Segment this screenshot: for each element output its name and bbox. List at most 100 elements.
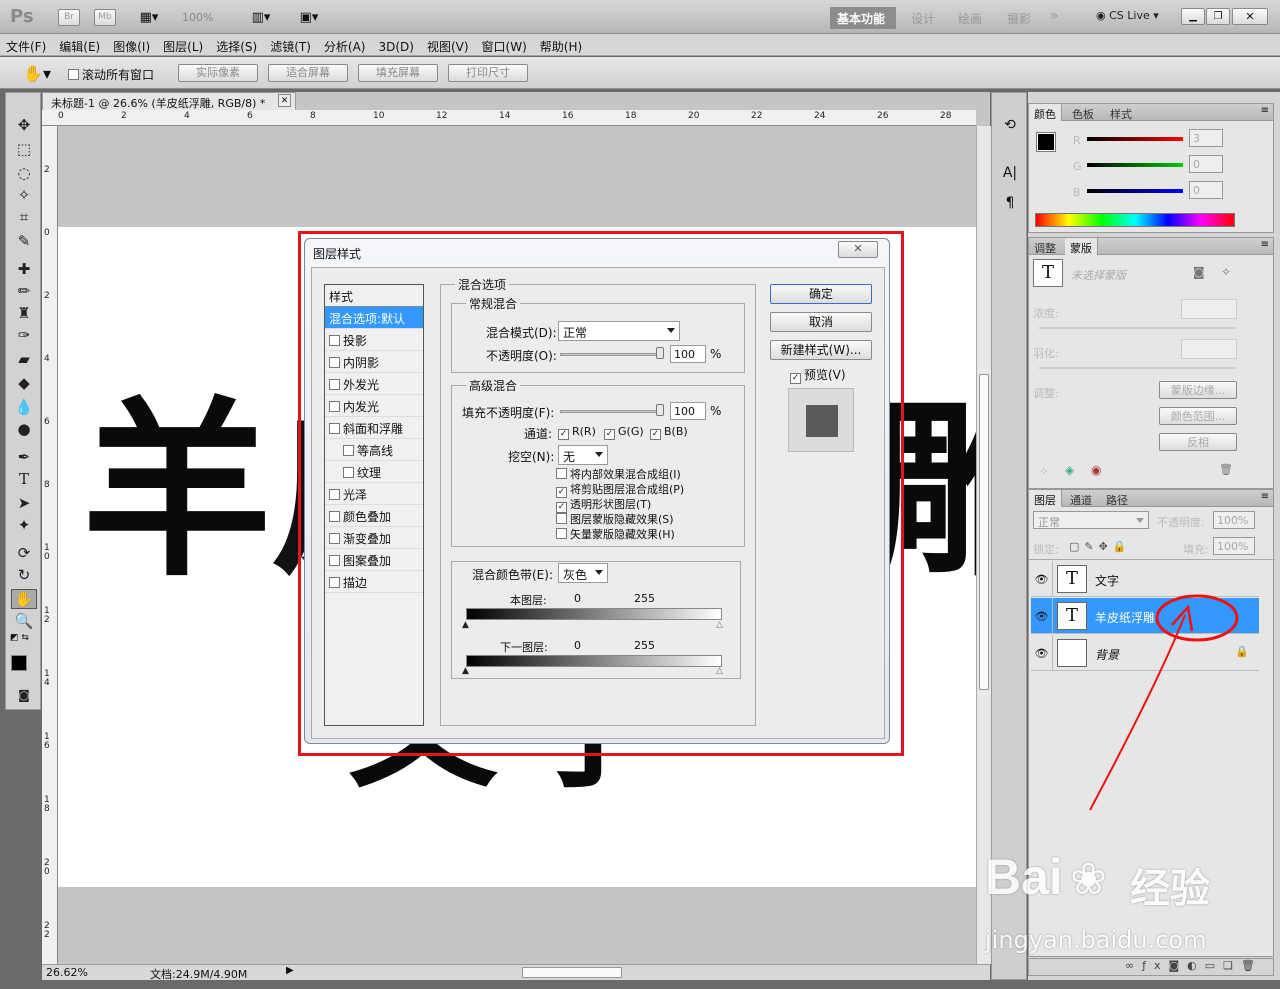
horizontal-scrollbar-thumb[interactable] — [522, 967, 622, 978]
mini-bridge-button[interactable]: Mb — [94, 9, 116, 26]
style-item[interactable]: 投影 — [325, 329, 423, 351]
eyedropper-tool-icon[interactable]: ✎ — [11, 231, 37, 251]
mask-selection-icon[interactable]: ⁘ — [1039, 465, 1048, 478]
shape-tool-icon[interactable]: ✦ — [11, 515, 37, 535]
style-item[interactable]: 混合选项:默认 — [325, 307, 423, 329]
menu-file[interactable]: 文件(F) — [0, 34, 53, 55]
menu-view[interactable]: 视图(V) — [421, 34, 476, 55]
menu-select[interactable]: 选择(S) — [210, 34, 264, 55]
brush-tool-icon[interactable]: ✏ — [11, 281, 37, 301]
style-item[interactable]: 图案叠加 — [325, 549, 423, 571]
layer-fill-input[interactable]: 100% — [1213, 537, 1255, 555]
tab-masks[interactable]: 蒙版 — [1065, 238, 1098, 255]
clone-stamp-tool-icon[interactable]: ♜ — [11, 303, 37, 323]
fill-opacity-slider[interactable] — [560, 410, 662, 413]
fill-opacity-slider-knob[interactable] — [656, 404, 664, 416]
opacity-input[interactable]: 100 — [670, 345, 706, 363]
fit-screen-button[interactable]: 适合屏幕 — [268, 64, 348, 82]
vertical-scrollbar[interactable] — [976, 126, 991, 964]
style-item-checkbox[interactable] — [329, 401, 340, 412]
preview-checkbox[interactable]: ✓ 预览(V) — [790, 366, 846, 384]
workspace-painting[interactable]: 绘画 — [958, 10, 982, 27]
layer-visibility-eye-icon[interactable]: 👁 — [1031, 635, 1053, 671]
crop-tool-icon[interactable]: ⌗ — [11, 207, 37, 227]
advanced-option-checkbox[interactable]: 图层蒙版隐藏效果(S) — [556, 511, 674, 527]
scroll-all-windows-checkbox[interactable]: 滚动所有窗口 — [68, 66, 154, 83]
workspace-photography[interactable]: 摄影 — [1007, 10, 1031, 27]
disable-mask-icon[interactable]: ◉ — [1091, 463, 1101, 477]
actual-pixels-button[interactable]: 实际像素 — [178, 64, 258, 82]
tab-adjustments[interactable]: 调整 — [1029, 238, 1061, 255]
document-tab[interactable]: 未标题-1 @ 26.6% (羊皮纸浮雕, RGB/8) * — [42, 92, 296, 110]
r-slider[interactable] — [1087, 137, 1183, 141]
layer-blend-mode-select[interactable]: 正常 — [1033, 511, 1149, 529]
new-style-button[interactable]: 新建样式(W)... — [770, 340, 872, 360]
marquee-tool-icon[interactable]: ⬚ — [11, 139, 37, 159]
knockout-select[interactable]: 无 — [558, 445, 608, 465]
style-item-checkbox[interactable] — [329, 577, 340, 588]
ok-button[interactable]: 确定 — [770, 284, 872, 304]
style-item[interactable]: 描边 — [325, 571, 423, 593]
style-item[interactable]: 纹理 — [325, 461, 423, 483]
channel-r-checkbox[interactable]: ✓ R(R) — [558, 425, 596, 440]
styles-header[interactable]: 样式 — [325, 285, 423, 307]
this-layer-white-slider[interactable]: △ — [716, 620, 723, 630]
invert-button[interactable]: 反相 — [1159, 433, 1237, 451]
apply-mask-icon[interactable]: ◈ — [1065, 463, 1074, 477]
lock-icons[interactable]: ▢✎✥🔒 — [1069, 540, 1132, 553]
screen-mode-icon[interactable]: ▣▾ — [292, 9, 326, 26]
default-colors-icon[interactable]: ◩ ⇆ — [10, 633, 29, 643]
vector-mask-icon[interactable]: ✧ — [1221, 265, 1231, 279]
layers-panel-menu-icon[interactable]: ≡ — [1261, 491, 1269, 502]
layer-visibility-eye-icon[interactable]: 👁 — [1031, 598, 1053, 634]
menu-3d[interactable]: 3D(D) — [372, 36, 420, 54]
dialog-close-button[interactable]: ✕ — [838, 241, 878, 258]
style-item-checkbox[interactable] — [329, 555, 340, 566]
move-tool-icon[interactable]: ✥ — [11, 115, 37, 135]
foreground-color-swatch[interactable] — [11, 655, 27, 671]
cs-live-button[interactable]: ◉ CS Live ▾ — [1096, 9, 1159, 22]
style-item[interactable]: 内发光 — [325, 395, 423, 417]
healing-brush-tool-icon[interactable]: ✚ — [11, 259, 37, 279]
opacity-slider[interactable] — [560, 353, 662, 356]
style-item-checkbox[interactable] — [329, 533, 340, 544]
tab-paths[interactable]: 路径 — [1101, 490, 1133, 507]
more-workspaces-icon[interactable]: » — [1050, 8, 1059, 24]
tab-styles[interactable]: 样式 — [1105, 104, 1137, 121]
style-item-checkbox[interactable] — [329, 489, 340, 500]
color-range-button[interactable]: 颜色范围... — [1159, 407, 1237, 425]
tab-color[interactable]: 颜色 — [1029, 104, 1062, 121]
paint-bucket-tool-icon[interactable]: ◆ — [11, 373, 37, 393]
quick-select-tool-icon[interactable]: ✧ — [11, 185, 37, 205]
g-slider[interactable] — [1087, 163, 1183, 167]
history-brush-tool-icon[interactable]: ✑ — [11, 325, 37, 345]
style-item[interactable]: 光泽 — [325, 483, 423, 505]
path-selection-tool-icon[interactable]: ➤ — [11, 493, 37, 513]
scrollbar-thumb[interactable] — [979, 374, 989, 690]
menu-filter[interactable]: 滤镜(T) — [264, 34, 318, 55]
feather-input[interactable] — [1181, 339, 1237, 359]
this-layer-black-slider[interactable]: ▲ — [462, 620, 469, 630]
under-layer-black-slider[interactable]: ▲ — [462, 666, 469, 676]
advanced-option-checkbox[interactable]: 将内部效果混合成组(I) — [556, 466, 681, 482]
hand-tool-icon[interactable]: ✋ — [11, 589, 37, 609]
channel-g-checkbox[interactable]: ✓ G(G) — [604, 425, 644, 440]
minimize-button[interactable]: ▁ — [1181, 8, 1205, 25]
style-item[interactable]: 内阴影 — [325, 351, 423, 373]
layers-footer-icons[interactable]: ∞ƒx◙◐▭❏🗑 — [1028, 958, 1274, 976]
view-extras-icon[interactable]: ▦▾ — [132, 9, 166, 26]
r-value[interactable]: 3 — [1189, 129, 1223, 147]
advanced-option-checkbox[interactable]: 矢量蒙版隐藏效果(H) — [556, 526, 675, 542]
blend-if-select[interactable]: 灰色 — [558, 563, 608, 583]
fill-opacity-input[interactable]: 100 — [670, 402, 706, 420]
g-value[interactable]: 0 — [1189, 155, 1223, 173]
style-item-checkbox[interactable] — [329, 357, 340, 368]
masks-panel-menu-icon[interactable]: ≡ — [1261, 239, 1269, 250]
restore-button[interactable]: ❐ — [1206, 8, 1230, 25]
bridge-button[interactable]: Br — [58, 9, 80, 26]
blur-tool-icon[interactable]: 💧 — [11, 397, 37, 417]
menu-window[interactable]: 窗口(W) — [476, 34, 534, 55]
type-tool-icon[interactable]: T — [11, 469, 37, 489]
3d-orbit-tool-icon[interactable]: ↻ — [11, 565, 37, 585]
paragraph-panel-icon[interactable]: ¶ — [1000, 193, 1020, 213]
